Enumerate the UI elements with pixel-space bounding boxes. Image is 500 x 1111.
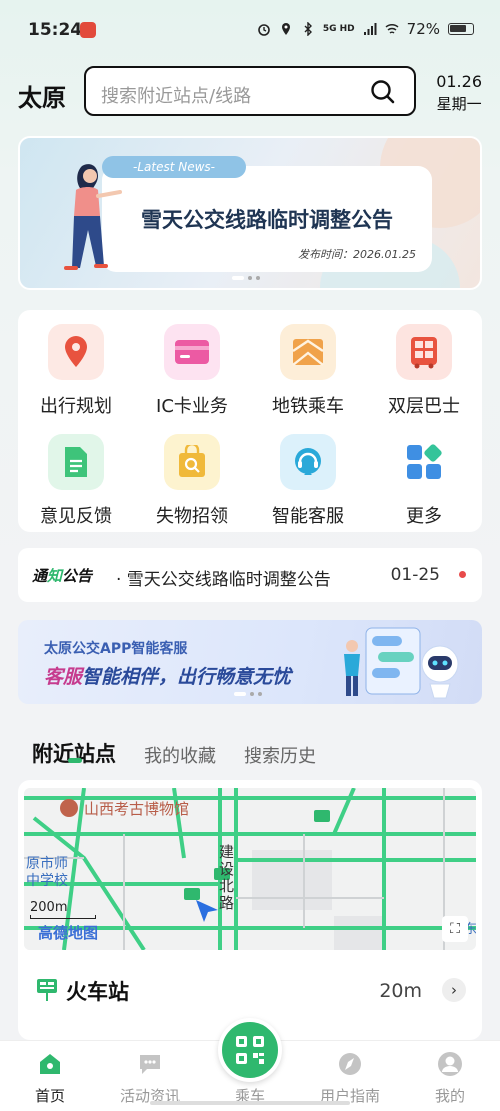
woman-illustration [64,164,122,270]
map-poi-label: 山西考古博物馆 [84,800,190,818]
card-icon [164,324,220,380]
header: 太原 搜索附近站点/线路 01.26 星期一 [0,66,500,118]
chevron-right-icon[interactable]: › [442,978,466,1002]
service-label: 双层巴士 [388,396,460,417]
battery-icon [448,23,474,35]
promo-title: 客服智能相伴，出行畅意无忧 [44,666,292,688]
more-grid-icon [396,434,452,490]
news-banner[interactable]: 雪天公交线路临时调整公告 发布时间：2026.01.25 -Latest New… [18,136,482,290]
search-input[interactable]: 搜索附近站点/线路 [84,66,416,116]
tab-nearby-stations[interactable]: 附近站点 [32,738,116,768]
double-decker-bus-icon [396,324,452,380]
alarm-icon [258,24,270,36]
map-scale: 200m [30,900,96,919]
profile-icon [438,1052,462,1076]
service-ic-card[interactable]: IC卡业务 [134,316,250,426]
nav-home[interactable]: 首页 [0,1041,100,1111]
weekday: 星期一 [436,95,482,113]
metro-icon [280,324,336,380]
service-feedback[interactable]: 意见反馈 [18,426,134,536]
notice-text: · 雪天公交线路临时调整公告 [116,570,331,590]
banner-pager [232,276,260,280]
date: 01.26 [436,72,482,91]
nav-label: 我的 [434,1087,465,1105]
service-label: 失物招领 [156,506,228,527]
feedback-doc-icon [48,434,104,490]
service-lost-found[interactable]: 失物招领 [134,426,250,536]
promo-pager [234,692,262,696]
promo-banner[interactable]: 太原公交APP智能客服 客服智能相伴，出行畅意无忧 [18,620,482,704]
location-icon [281,23,290,35]
status-time: 15:24 [28,20,83,40]
nearby-stations-card: 山西考古博物馆 原市师 中学校 建 设 北 路 东 200m 高德地图 ⛶ 火车… [18,780,482,1040]
search-placeholder: 搜索附近站点/线路 [101,86,252,107]
map-school-label: 原市师 中学校 [26,856,68,889]
map-pin-icon [48,324,104,380]
app-notification-icon [80,22,96,38]
notice-tag: 通知公告 [32,567,93,585]
banner-date: 发布时间：2026.01.25 [298,248,416,261]
map-road-label: 建 设 北 路 [219,843,235,912]
fullscreen-icon[interactable]: ⛶ [442,916,468,942]
station-name: 火车站 [66,980,129,1004]
qr-ride-button[interactable] [218,1018,282,1082]
service-label: 更多 [406,506,442,527]
home-icon [40,1054,60,1074]
service-smart-support[interactable]: 智能客服 [250,426,366,536]
chat-bubble-icon [140,1055,160,1074]
bluetooth-icon [304,22,312,36]
notice-bar[interactable]: 通知公告 · 雪天公交线路临时调整公告 01-25 [18,548,482,602]
city-selector[interactable]: 太原 [18,78,66,113]
service-label: 智能客服 [272,506,344,527]
signal-icon [363,23,377,35]
station-row[interactable]: 火车站 20m › [18,968,482,1012]
wifi-icon [385,23,399,34]
services-grid: 出行规划 IC卡业务 地铁乘车 双层巴士 意见反馈 失物招领 智能客服 更多 [18,310,482,532]
service-label: 意见反馈 [40,506,112,527]
search-icon[interactable] [370,79,396,105]
status-indicators: 5G HD 72% [257,20,474,38]
unread-dot [459,571,466,578]
promo-subtitle: 太原公交APP智能客服 [44,641,188,657]
active-tab-indicator [68,758,82,763]
banner-title: 雪天公交线路临时调整公告 [141,207,393,232]
status-bar: 15:24 5G HD 72% [0,0,500,60]
service-label: 地铁乘车 [272,396,344,417]
tab-search-history[interactable]: 搜索历史 [244,742,316,768]
banner-card: 雪天公交线路临时调整公告 发布时间：2026.01.25 [102,166,432,272]
nav-label: 首页 [34,1087,65,1105]
station-distance: 20m [379,980,422,1002]
home-indicator [150,1101,350,1105]
date-display: 01.26 星期一 [436,72,482,114]
robot-assistant-illustration [344,627,459,699]
map-view[interactable]: 山西考古博物馆 原市师 中学校 建 设 北 路 东 200m 高德地图 ⛶ [24,788,476,950]
bus-stop-icon [37,979,57,1001]
lost-found-bag-icon [164,434,220,490]
nav-profile[interactable]: 我的 [400,1041,500,1111]
service-label: IC卡业务 [156,396,228,417]
notice-date: 01-25 [390,565,440,585]
compass-icon [339,1053,361,1075]
service-double-decker[interactable]: 双层巴士 [366,316,482,426]
service-trip-planning[interactable]: 出行规划 [18,316,134,426]
tab-favorites[interactable]: 我的收藏 [144,742,216,768]
service-more[interactable]: 更多 [366,426,482,536]
service-label: 出行规划 [40,396,112,417]
headset-chat-icon [280,434,336,490]
qr-code-icon [236,1036,264,1064]
map-provider-logo: 高德地图 [38,924,99,942]
network-type: 5G HD [322,24,355,34]
service-metro[interactable]: 地铁乘车 [250,316,366,426]
battery-percent: 72% [406,20,440,38]
